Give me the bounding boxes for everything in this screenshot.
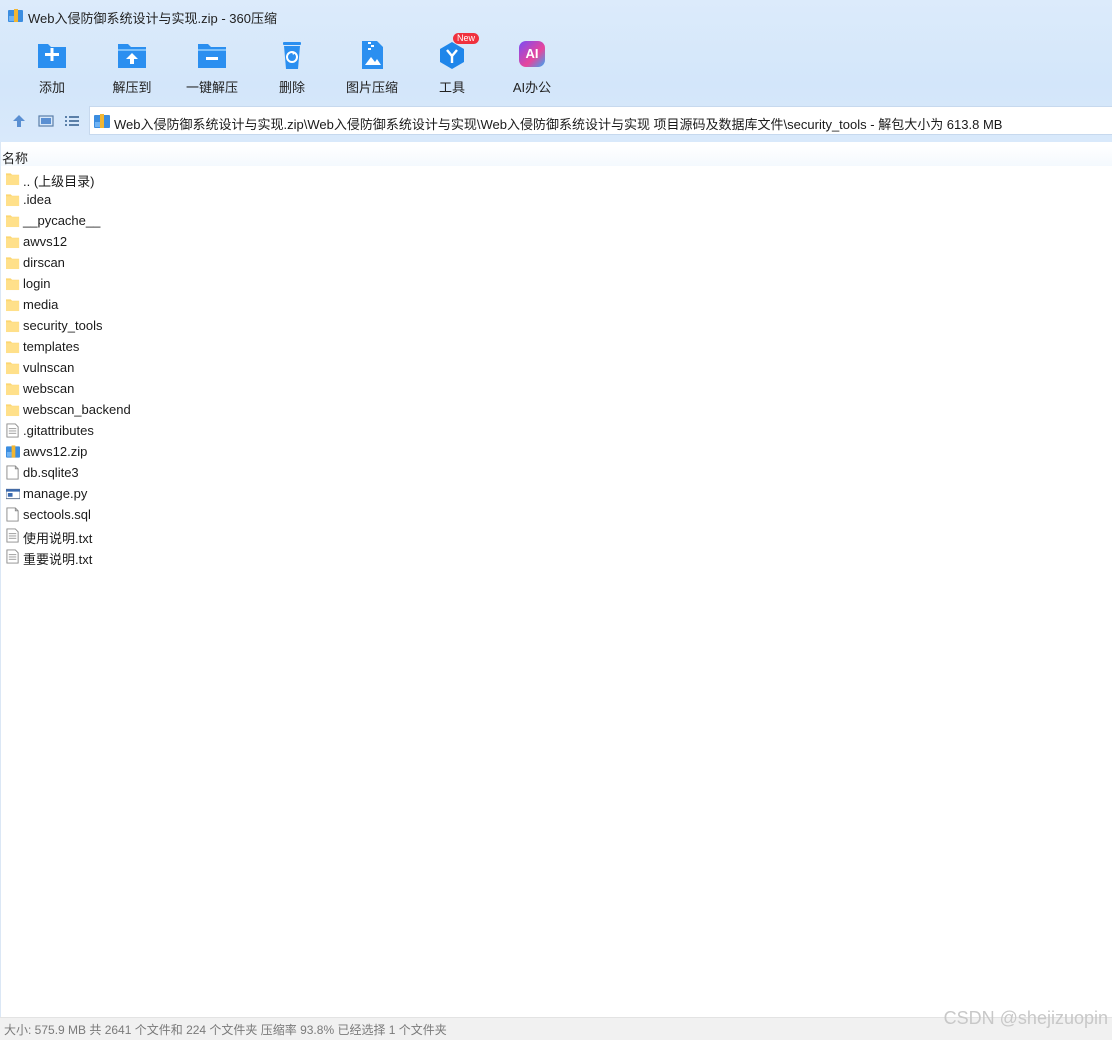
file-name: .gitattributes xyxy=(23,423,94,438)
folder-row[interactable]: vulnscan xyxy=(0,357,600,378)
folder-icon xyxy=(6,404,20,417)
file-row[interactable]: .gitattributes xyxy=(0,420,600,441)
new-badge: New xyxy=(453,33,480,44)
file-name: __pycache__ xyxy=(23,213,101,228)
zip-archive-icon xyxy=(6,445,20,458)
folder-icon xyxy=(6,173,20,186)
folder-row[interactable]: .idea xyxy=(0,189,600,210)
file-row[interactable]: sectools.sql xyxy=(0,504,600,525)
file-name: vulnscan xyxy=(23,360,75,375)
file-row[interactable]: 使用说明.txt xyxy=(0,525,600,546)
folder-row[interactable]: awvs12 xyxy=(0,231,600,252)
folder-row[interactable]: media xyxy=(0,294,600,315)
extract-to-icon xyxy=(118,44,146,68)
tools-icon xyxy=(440,42,464,69)
ai-office-icon: AI xyxy=(519,41,545,67)
python-file-icon xyxy=(6,488,20,500)
file-name: dirscan xyxy=(23,255,65,270)
file-name: webscan xyxy=(23,381,75,396)
name-column-header[interactable]: 名称 xyxy=(0,146,1112,166)
file-name: awvs12 xyxy=(23,234,68,249)
folder-icon xyxy=(6,257,20,270)
file-icon xyxy=(6,507,19,522)
file-name: 使用说明.txt xyxy=(23,531,93,546)
file-name: media xyxy=(23,297,59,312)
folder-icon xyxy=(6,236,20,249)
file-name: login xyxy=(23,276,51,291)
file-row[interactable]: 重要说明.txt xyxy=(0,546,600,567)
delete-button[interactable]: 删除 xyxy=(252,38,332,98)
add-icon xyxy=(38,44,66,68)
path-field[interactable]: Web入侵防御系统设计与实现.zip\Web入侵防御系统设计与实现\Web入侵防… xyxy=(89,106,1112,135)
file-name: manage.py xyxy=(23,486,88,501)
path-text: Web入侵防御系统设计与实现.zip\Web入侵防御系统设计与实现\Web入侵防… xyxy=(114,117,1003,132)
file-name: db.sqlite3 xyxy=(23,465,79,480)
ai-office-button[interactable]: AI AI办公 xyxy=(492,38,572,98)
one-click-extract-label: 一键解压 xyxy=(185,80,238,95)
status-text: 大小: 575.9 MB 共 2641 个文件和 224 个文件夹 压缩率 93… xyxy=(4,1023,447,1037)
add-label: 添加 xyxy=(38,80,65,95)
folder-row[interactable]: __pycache__ xyxy=(0,210,600,231)
name-column-label: 名称 xyxy=(2,151,29,166)
title-bar: Web入侵防御系统设计与实现.zip - 360压缩 xyxy=(0,0,1112,32)
file-row[interactable]: db.sqlite3 xyxy=(0,462,600,483)
extract-to-button[interactable]: 解压到 xyxy=(92,38,172,98)
image-compress-button[interactable]: 图片压缩 xyxy=(332,38,412,98)
folder-icon xyxy=(6,215,20,228)
file-row[interactable]: manage.py xyxy=(0,483,600,504)
file-name: .idea xyxy=(23,192,52,207)
folder-icon xyxy=(6,320,20,333)
file-icon xyxy=(6,465,19,480)
folder-row[interactable]: webscan xyxy=(0,378,600,399)
folder-icon xyxy=(6,278,20,291)
file-name: security_tools xyxy=(23,318,103,333)
file-name: sectools.sql xyxy=(23,507,91,522)
folder-icon xyxy=(6,362,20,375)
delete-icon xyxy=(283,42,301,69)
one-click-extract-icon xyxy=(198,44,226,68)
thumbnail-view-icon[interactable] xyxy=(38,113,54,129)
text-file-icon xyxy=(6,549,19,564)
folder-icon xyxy=(6,341,20,354)
file-name: webscan_backend xyxy=(23,402,131,417)
archive-icon xyxy=(94,114,110,128)
add-button[interactable]: 添加 xyxy=(12,38,92,98)
address-bar: Web入侵防御系统设计与实现.zip\Web入侵防御系统设计与实现\Web入侵防… xyxy=(0,106,1112,136)
file-name: 重要说明.txt xyxy=(23,552,93,567)
one-click-extract-button[interactable]: 一键解压 xyxy=(172,38,252,98)
tools-button[interactable]: New 工具 xyxy=(412,33,492,98)
text-file-icon xyxy=(6,528,19,543)
folder-row[interactable]: templates xyxy=(0,336,600,357)
folder-icon xyxy=(6,194,20,207)
folder-row[interactable]: security_tools xyxy=(0,315,600,336)
image-compress-label: 图片压缩 xyxy=(345,80,398,95)
delete-label: 删除 xyxy=(278,80,305,95)
folder-row[interactable]: login xyxy=(0,273,600,294)
window-title: Web入侵防御系统设计与实现.zip - 360压缩 xyxy=(28,11,277,26)
folder-icon xyxy=(6,383,20,396)
file-name: .. (上级目录) xyxy=(23,174,95,189)
image-compress-icon xyxy=(362,41,383,69)
tools-label: 工具 xyxy=(438,80,465,95)
text-file-icon xyxy=(6,423,19,438)
up-arrow-icon[interactable] xyxy=(11,113,27,129)
file-name: templates xyxy=(23,339,80,354)
ai-glyph: AI xyxy=(525,46,539,61)
folder-row[interactable]: .. (上级目录) xyxy=(0,168,600,189)
folder-icon xyxy=(6,299,20,312)
folder-row[interactable]: webscan_backend xyxy=(0,399,600,420)
file-row[interactable]: awvs12.zip xyxy=(0,441,600,462)
file-name: awvs12.zip xyxy=(23,444,88,459)
list-view-icon[interactable] xyxy=(64,113,80,129)
extract-to-label: 解压到 xyxy=(112,80,152,95)
watermark: CSDN @shejizuopin xyxy=(943,1008,1108,1028)
archive-app-icon xyxy=(8,9,23,22)
ai-office-label: AI办公 xyxy=(512,80,552,95)
folder-row[interactable]: dirscan xyxy=(0,252,600,273)
top-chrome: Web入侵防御系统设计与实现.zip - 360压缩 添加 解压到 一键解压 删… xyxy=(0,0,1112,142)
